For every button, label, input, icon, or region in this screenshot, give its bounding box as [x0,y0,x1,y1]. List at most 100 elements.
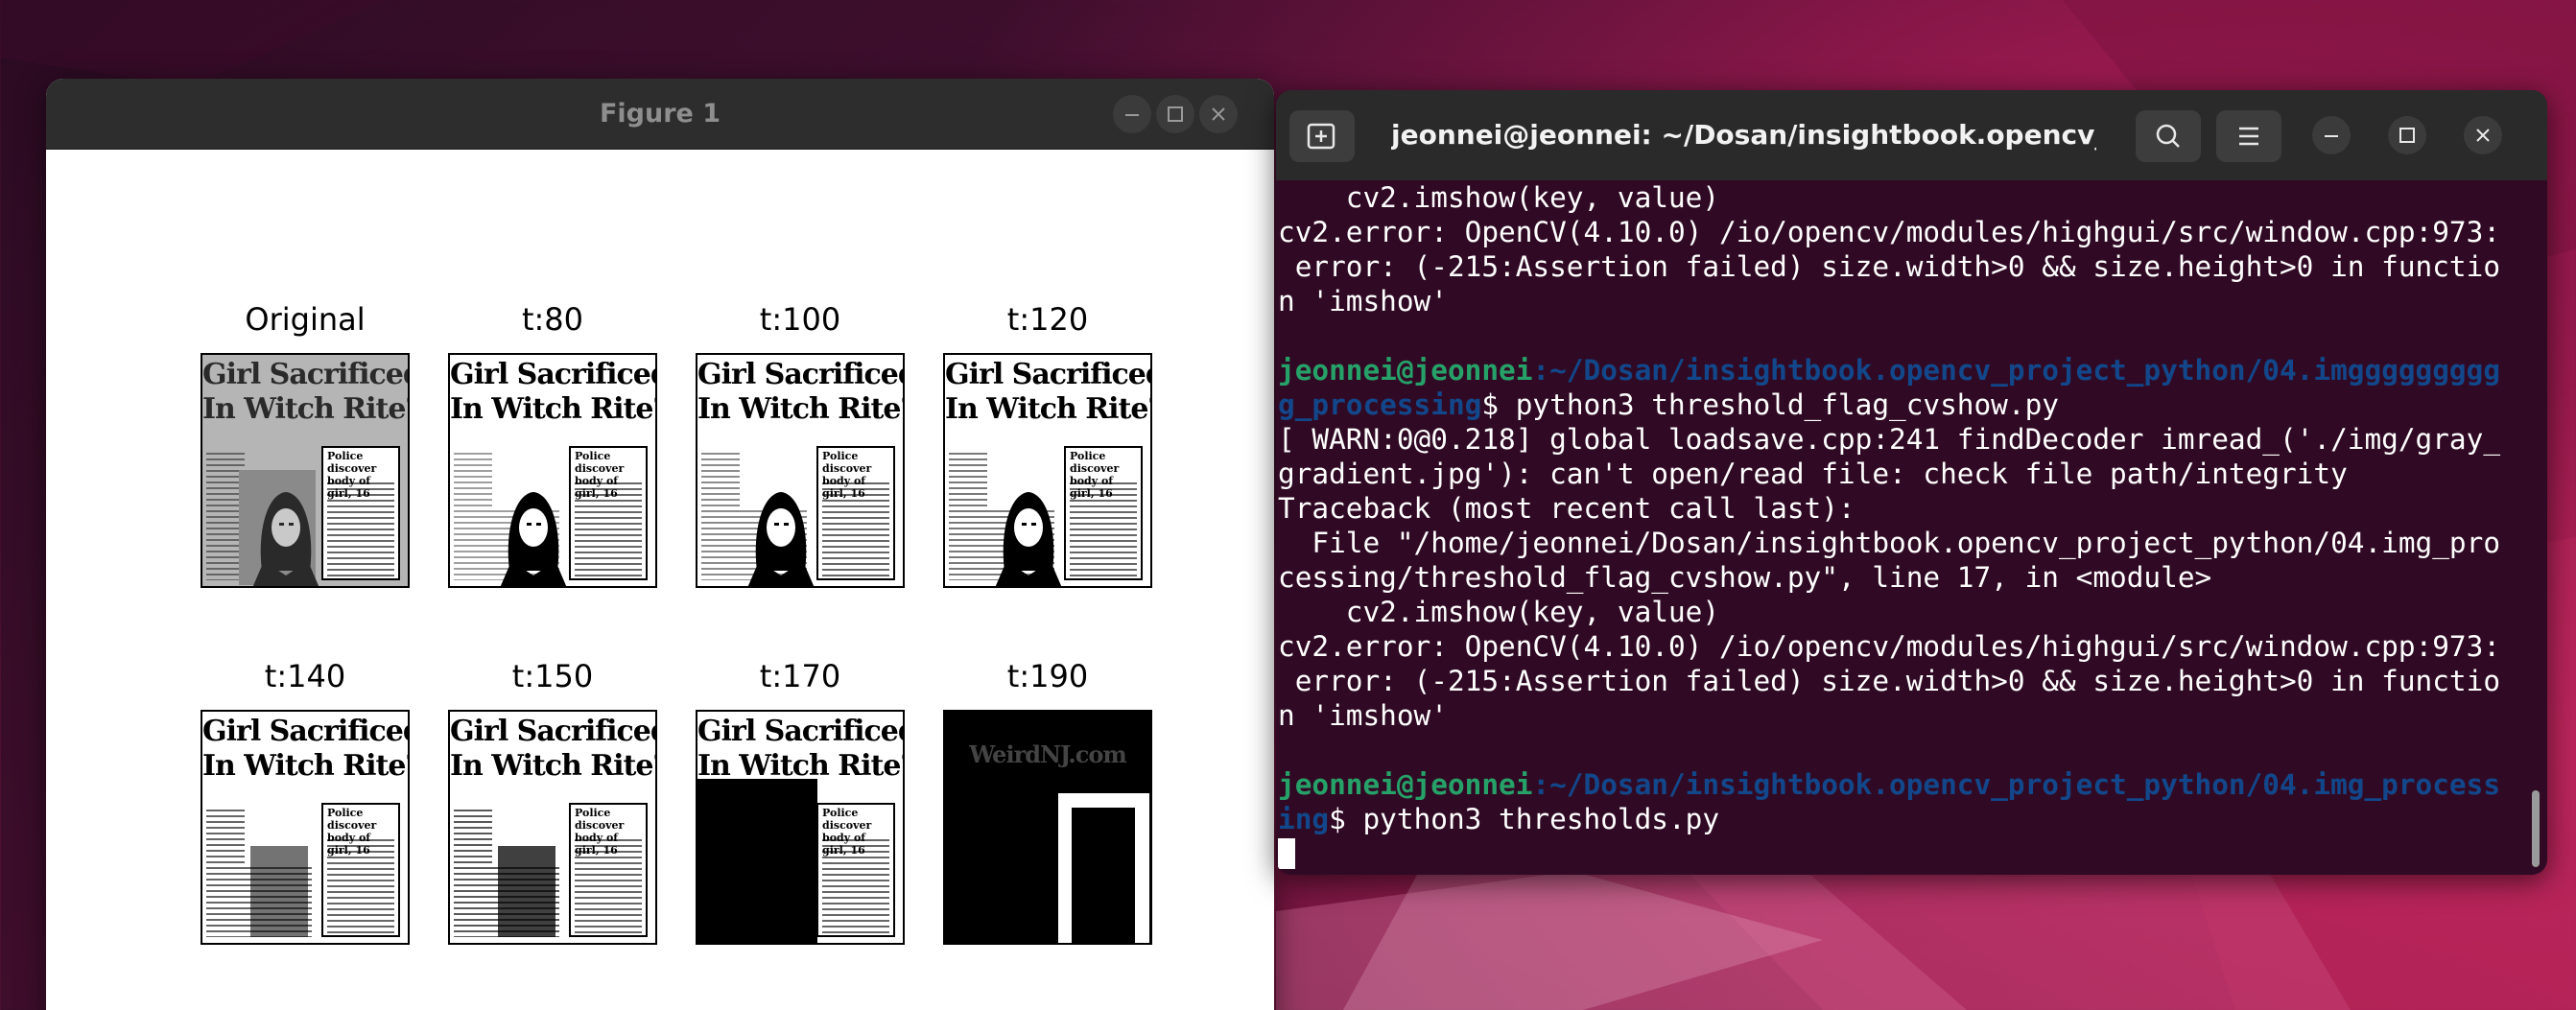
figure-titlebar[interactable]: Figure 1 [46,79,1274,150]
terminal-line: cv2.imshow(key, value) [1278,181,1720,214]
terminal-close-button[interactable] [2464,116,2502,154]
headline-line-1: Girl Sacrificed [697,358,905,391]
thumbnail-image: Girl Sacrificed In Witch Rite? Police disc… [696,710,905,945]
headline-line-2: In Witch Rite? [202,392,410,426]
thumbnail-image: Girl Sacrificed In Witch Rite? Police disc… [448,710,657,945]
minimize-button[interactable] [1113,95,1151,133]
terminal-line: Traceback (most recent call last): [1278,492,1855,525]
thumbnail-image: WeirdNJ.com [943,710,1152,945]
sidebar-article-box: Police discover body of girl, 16 [1064,446,1143,580]
search-button[interactable] [2136,110,2201,162]
prompt-user: jeonnei@jeonnei [1278,768,1533,801]
headline-line-2: In Witch Rite? [945,392,1152,426]
thumbnail-label: t:100 [759,301,841,338]
sidebar-article-box: Police discover body of girl, 16 [816,446,895,580]
headline-line-1: Girl Sacrificed [945,358,1152,391]
terminal-line: n 'imshow' [1278,285,1448,317]
terminal-line: n 'imshow' [1278,699,1448,732]
maximize-icon [2399,128,2415,143]
hamburger-menu-icon [2239,127,2258,146]
close-icon [2476,129,2490,142]
terminal-line: gradient.jpg'): can't open/read file: ch… [1278,458,2348,490]
terminal-line: cv2.error: OpenCV(4.10.0) /io/opencv/mod… [1278,630,2501,663]
terminal-maximize-button[interactable] [2388,116,2426,154]
terminal-line: error: (-215:Assertion failed) size.widt… [1278,665,2501,697]
sidebar-text-lines [822,839,889,933]
headline-line-1: Girl Sacrificed [202,358,410,391]
headline-line-2: In Witch Rite? [450,749,657,783]
dark-threshold-region [250,846,308,937]
terminal-line: cv2.imshow(key, value) [1278,596,1720,628]
sidebar-text-lines [822,482,889,576]
thumbnail-image: Girl Sacrificed In Witch Rite? Police disc… [201,710,410,945]
thumbnail-label: t:140 [264,658,346,694]
search-icon [2156,124,2180,148]
terminal-titlebar[interactable]: jeonnei@jeonnei: ~/Dosan/insightbook.ope… [1276,90,2547,180]
portrait-photo [252,492,319,586]
terminal-scrollbar[interactable] [2532,790,2540,867]
thumbnail-label: t:170 [759,658,841,694]
watermark-text: WeirdNJ.com [969,740,1127,768]
terminal-window[interactable]: jeonnei@jeonnei: ~/Dosan/insightbook.ope… [1276,90,2547,875]
close-icon [1212,107,1225,121]
thumbnail-image: Girl Sacrificed In Witch Rite? Police disc… [943,353,1152,588]
figure-window[interactable]: Figure 1 Original Girl Sacrificed In Witch… [46,79,1274,1010]
prompt-command: $ python3 threshold_flag_cvshow.py [1481,388,2059,421]
prompt-path: :~/Dosan/insightbook.opencv_project_pyth… [1532,354,2501,387]
prompt-command: $ python3 thresholds.py [1329,803,1720,835]
headline-line-2: In Witch Rite? [202,749,410,783]
prompt-path: :~/Dosan/insightbook.opencv_project_pyth… [1532,768,2501,801]
headline-line-1: Girl Sacrificed [450,715,657,748]
new-tab-icon [1307,123,1335,150]
terminal-line: error: (-215:Assertion failed) size.widt… [1278,250,2501,283]
thumbnail-image: Girl Sacrificed In Witch Rite? Police disc… [201,353,410,588]
sidebar-text-lines [327,839,394,933]
terminal-line: [ WARN:0@0.218] global loadsave.cpp:241 … [1278,423,2501,456]
terminal-line: cessing/threshold_flag_cvshow.py", line … [1278,561,2212,594]
sidebar-article-box: Police discover body of girl, 16 [321,446,400,580]
terminal-output[interactable]: cv2.imshow(key, value) cv2.error: OpenCV(… [1278,180,2524,875]
sidebar-article-box: Police discover body of girl, 16 [816,803,895,937]
figure-canvas: Original Girl Sacrificed In Witch Rite? Pol… [46,150,1274,1010]
thumbnail-image: Girl Sacrificed In Witch Rite? Police disc… [448,353,657,588]
thumbnail-label: t:190 [1006,658,1089,694]
terminal-line: jeonnei@jeonnei:~/Dosan/insightbook.open… [1278,767,2524,802]
terminal-line: File "/home/jeonnei/Dosan/insightbook.op… [1278,527,2501,559]
portrait-photo [995,492,1062,586]
text-cursor [1278,838,1295,869]
portrait-photo [747,492,815,586]
headline-line-1: Girl Sacrificed [697,715,905,748]
figure-title: Figure 1 [599,99,721,129]
menu-button[interactable] [2216,110,2281,162]
sidebar-text-lines [327,482,394,576]
sidebar-text-lines [1070,482,1137,576]
thumbnail-image: Girl Sacrificed In Witch Rite? Police disc… [696,353,905,588]
thumbnail-label: t:80 [521,301,584,338]
terminal-line: jeonnei@jeonnei:~/Dosan/insightbook.open… [1278,353,2524,388]
maximize-button[interactable] [1156,95,1194,133]
new-tab-button[interactable] [1289,110,1355,162]
dark-region [1072,808,1135,943]
terminal-line [1278,836,2524,871]
sidebar-article-box: Police discover body of girl, 16 [321,803,400,937]
headline-line-2: In Witch Rite? [697,392,905,426]
headline-line-1: Girl Sacrificed [202,715,410,748]
prompt-user: jeonnei@jeonnei [1278,354,1533,387]
terminal-title: jeonnei@jeonnei: ~/Dosan/insightbook.ope… [1391,119,2096,151]
terminal-minimize-button[interactable] [2312,116,2351,154]
sidebar-article-box: Police discover body of girl, 16 [569,803,648,937]
thumbnail-label: t:120 [1006,301,1089,338]
maximize-icon [1168,106,1183,122]
headline-line-1: Girl Sacrificed [450,358,657,391]
headline-line-2: In Witch Rite? [450,392,657,426]
terminal-line: cv2.error: OpenCV(4.10.0) /io/opencv/mod… [1278,216,2501,248]
sidebar-article-box: Police discover body of girl, 16 [569,446,648,580]
sidebar-text-lines [575,482,642,576]
prompt-path: ing [1278,803,1330,835]
close-button[interactable] [1199,95,1238,133]
prompt-path: g_processing [1278,388,1482,421]
thumbnail-label: Original [245,301,366,338]
thumbnail-label: t:150 [511,658,594,694]
